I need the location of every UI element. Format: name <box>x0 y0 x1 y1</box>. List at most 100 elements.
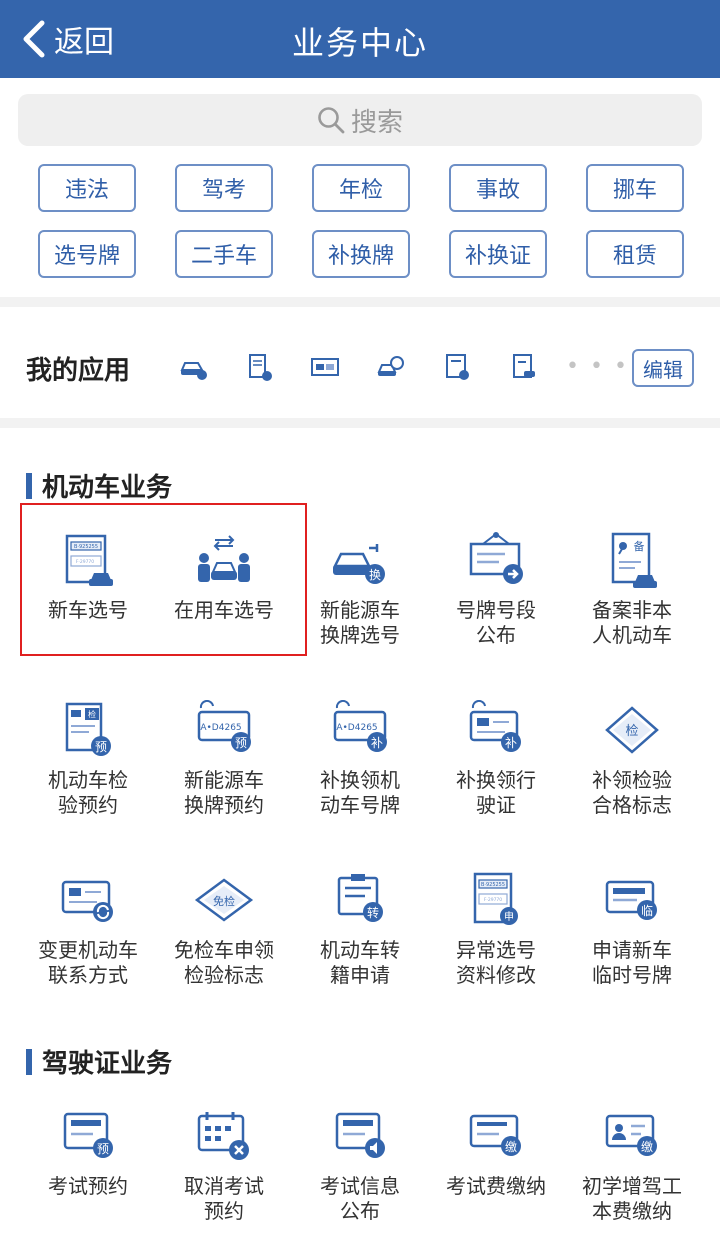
tag-move-car[interactable]: 挪车 <box>586 164 684 212</box>
replace-vehicle-plate[interactable]: A•D4265 补 补换领机 动车号牌 <box>292 700 428 870</box>
tag-annual-inspection[interactable]: 年检 <box>312 164 410 212</box>
item-label: 初学增驾工 本费缴纳 <box>582 1174 682 1223</box>
svg-text:A•D4265: A•D4265 <box>200 723 241 733</box>
section-marker <box>26 472 32 499</box>
svg-text:预: 预 <box>235 736 247 750</box>
accident-app-icon[interactable] <box>376 352 406 382</box>
vehicle-section-label: 机动车业务 <box>42 473 173 503</box>
plate-segment-announcement[interactable]: 号牌号段 公布 <box>428 530 564 700</box>
svg-text:转: 转 <box>367 905 379 920</box>
ev-plate-selection[interactable]: 换 新能源车 换牌选号 <box>292 530 428 700</box>
section-marker <box>26 1048 32 1075</box>
tag-replace-plate[interactable]: 补换牌 <box>312 230 410 278</box>
search-input[interactable]: 搜索 <box>18 94 702 146</box>
vehicle-section-title: 机动车业务 <box>26 467 172 504</box>
plate-edit-icon: B·925255 F·29770 申 <box>473 872 518 925</box>
search-icon <box>318 107 345 134</box>
exempt-vehicle-badge-application[interactable]: 免检 免检车申领 检验标志 <box>156 870 292 1040</box>
change-vehicle-contact[interactable]: 变更机动车 联系方式 <box>20 870 156 1040</box>
exam-reservation[interactable]: 预 考试预约 <box>20 1106 156 1245</box>
license-replace-icon: 补 <box>469 700 521 752</box>
svg-text:缴: 缴 <box>505 1139 517 1154</box>
svg-text:预: 预 <box>97 1142 109 1156</box>
quick-tags: 违法 驾考 年检 事故 挪车 选号牌 二手车 补换牌 补换证 租赁 <box>38 164 684 278</box>
plate-reserve-icon: A•D4265 预 <box>197 700 251 752</box>
exam-info-announcement[interactable]: 考试信息 公布 <box>292 1106 428 1245</box>
page-title: 业务中心 <box>291 24 428 62</box>
section-divider <box>0 418 720 428</box>
item-label: 异常选号 资料修改 <box>456 938 536 987</box>
item-label: 新能源车 换牌选号 <box>320 598 400 647</box>
license-section-title: 驾驶证业务 <box>26 1043 172 1080</box>
more-dots: • • • <box>566 354 629 379</box>
learner-fee-icon: 缴 <box>605 1114 657 1156</box>
plate-app-icon[interactable] <box>508 352 538 382</box>
item-label: 补换领行 驶证 <box>456 768 536 817</box>
item-label: 免检车申领 检验标志 <box>174 938 274 987</box>
license-section-label: 驾驶证业务 <box>42 1049 173 1079</box>
cancel-exam-icon <box>197 1112 249 1160</box>
tag-driving-exam[interactable]: 驾考 <box>175 164 273 212</box>
inspection-app-icon[interactable] <box>310 352 340 382</box>
learner-fee-payment[interactable]: 缴 初学增驾工 本费缴纳 <box>564 1106 700 1245</box>
item-label: 变更机动车 联系方式 <box>38 938 138 987</box>
svg-text:缴: 缴 <box>641 1139 653 1154</box>
record-doc-icon: 备 <box>611 532 657 588</box>
svg-text:补: 补 <box>505 736 517 750</box>
exempt-badge-icon: 免检 <box>194 878 254 922</box>
move-car-app-icon[interactable] <box>442 352 472 382</box>
my-apps-row: 我的应用 • • • 编辑 <box>0 318 720 418</box>
item-label: 新能源车 换牌预约 <box>184 768 264 817</box>
record-non-owner-vehicle[interactable]: 备 备案非本 人机动车 <box>564 530 700 700</box>
svg-text:F·29770: F·29770 <box>484 897 502 903</box>
svg-text:临: 临 <box>641 904 653 918</box>
temp-plate-icon: 临 <box>605 880 657 920</box>
exam-info-icon <box>335 1112 385 1158</box>
temporary-plate-application[interactable]: 临 申请新车 临时号牌 <box>564 870 700 1040</box>
svg-text:免检: 免检 <box>213 894 235 908</box>
ev-plate-reservation[interactable]: A•D4265 预 新能源车 换牌预约 <box>156 700 292 870</box>
highlight-box <box>20 503 307 656</box>
replace-driving-license[interactable]: 补 补换领行 驶证 <box>428 700 564 870</box>
tag-accident[interactable]: 事故 <box>449 164 547 212</box>
plate-replace-icon: A•D4265 补 <box>333 700 387 752</box>
tag-rental[interactable]: 租赁 <box>586 230 684 278</box>
exam-fee-icon: 缴 <box>469 1114 521 1156</box>
exam-fee-payment[interactable]: 缴 考试费缴纳 <box>428 1106 564 1245</box>
item-label: 考试信息 公布 <box>320 1174 400 1223</box>
tag-used-car[interactable]: 二手车 <box>175 230 273 278</box>
ev-car-icon: 换 <box>332 544 385 584</box>
item-label: 取消考试 预约 <box>184 1174 264 1223</box>
my-apps-title: 我的应用 <box>26 356 131 386</box>
item-label: 机动车检 验预约 <box>48 768 128 817</box>
svg-text:检: 检 <box>88 709 96 719</box>
vehicle-transfer-application[interactable]: 转 机动车转 籍申请 <box>292 870 428 1040</box>
inspection-badge-icon: 检 <box>605 706 659 754</box>
svg-text:预: 预 <box>95 740 107 754</box>
item-label: 申请新车 临时号牌 <box>592 938 672 987</box>
item-label: 考试费缴纳 <box>446 1174 546 1198</box>
item-label: 机动车转 籍申请 <box>320 938 400 987</box>
inspection-reserve-icon: 检 预 <box>65 702 111 756</box>
item-label: 备案非本 人机动车 <box>592 598 672 647</box>
edit-button[interactable]: 编辑 <box>632 349 694 387</box>
tag-violation[interactable]: 违法 <box>38 164 136 212</box>
exam-reserve-icon: 预 <box>63 1112 113 1158</box>
notice-board-icon <box>469 532 523 584</box>
tag-replace-license[interactable]: 补换证 <box>449 230 547 278</box>
item-label: 号牌号段 公布 <box>456 598 536 647</box>
tag-select-plate[interactable]: 选号牌 <box>38 230 136 278</box>
violation-app-icon[interactable] <box>178 352 208 382</box>
exam-app-icon[interactable] <box>244 352 274 382</box>
svg-text:补: 补 <box>371 736 383 750</box>
svg-text:检: 检 <box>625 724 638 739</box>
replace-inspection-badge[interactable]: 检 补领检验 合格标志 <box>564 700 700 870</box>
abnormal-selection-data-edit[interactable]: B·925255 F·29770 申 异常选号 资料修改 <box>428 870 564 1040</box>
cancel-exam-reservation[interactable]: 取消考试 预约 <box>156 1106 292 1245</box>
svg-text:B·925255: B·925255 <box>481 882 505 888</box>
my-apps-shortcuts <box>178 352 574 382</box>
header-bar: 返回 业务中心 <box>0 0 720 78</box>
item-label: 考试预约 <box>48 1174 128 1198</box>
item-label: 补换领机 动车号牌 <box>320 768 400 817</box>
inspection-reservation[interactable]: 检 预 机动车检 验预约 <box>20 700 156 870</box>
